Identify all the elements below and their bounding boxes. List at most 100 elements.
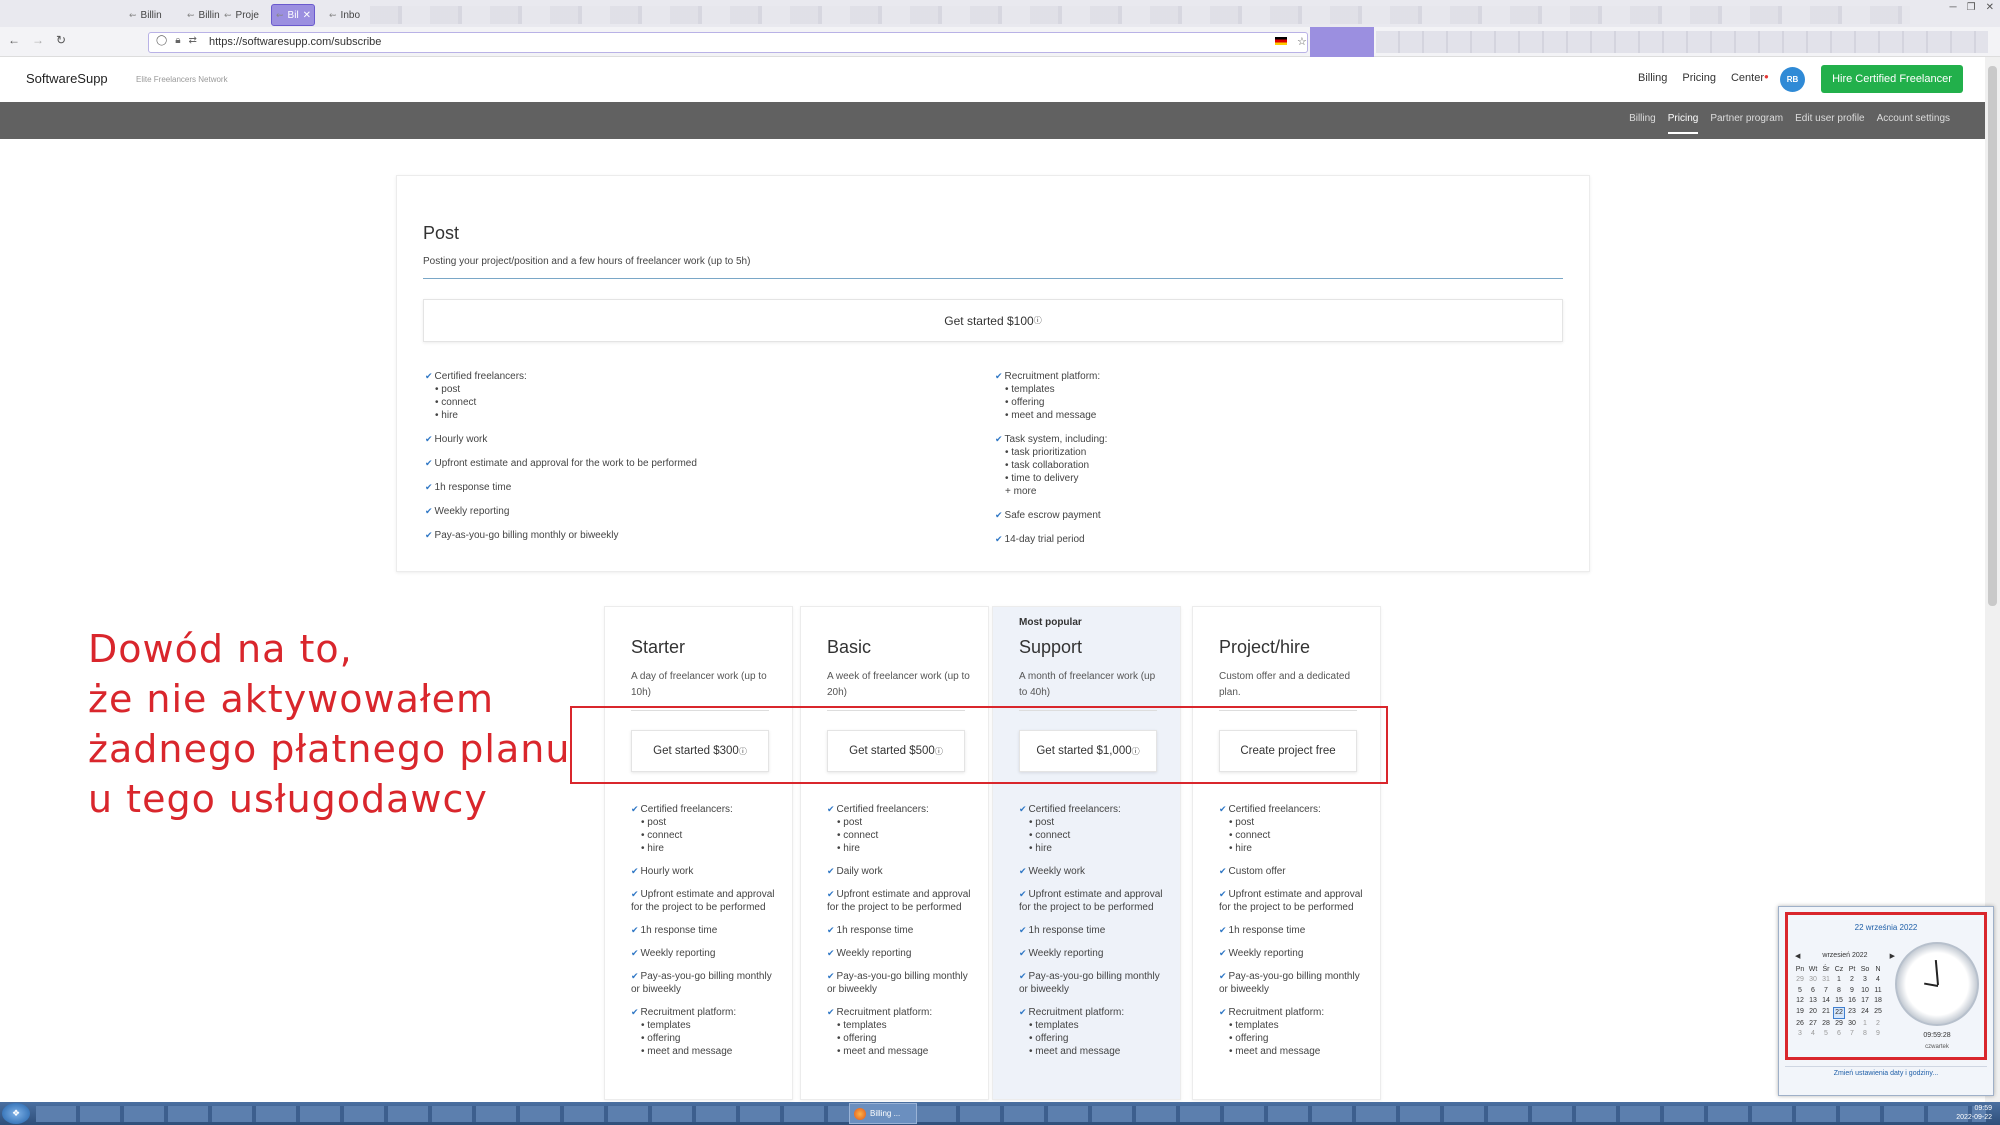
calendar-day[interactable]: 6 [1833, 1029, 1845, 1039]
calendar-day[interactable]: 23 [1846, 1007, 1858, 1019]
check-icon: ✔ [995, 434, 1003, 444]
calendar-day[interactable]: 4 [1807, 1029, 1819, 1039]
calendar-day[interactable]: 30 [1846, 1019, 1858, 1029]
calendar-day[interactable]: 5 [1794, 986, 1806, 996]
calendar-day[interactable]: 12 [1794, 996, 1806, 1006]
feature-label: Pay-as-you-go billing monthly or biweekl… [827, 971, 968, 995]
forward-icon[interactable]: → [32, 33, 44, 47]
bookmark-star-icon[interactable]: ☆ [1297, 35, 1307, 48]
brand-logo[interactable]: SoftwareSupp [26, 71, 108, 86]
hire-freelancer-button[interactable]: Hire Certified Freelancer [1821, 65, 1963, 93]
calendar-day[interactable]: 9 [1872, 1029, 1884, 1039]
calendar-day[interactable]: 3 [1794, 1029, 1806, 1039]
calendar-day[interactable]: 15 [1833, 996, 1845, 1006]
calendar-day[interactable]: 25 [1872, 1007, 1884, 1019]
lock-icon[interactable]: 🔒︎ [175, 35, 180, 46]
calendar-day[interactable]: 29 [1833, 1019, 1845, 1029]
translate-flag-icon[interactable] [1275, 37, 1287, 45]
calendar-day[interactable]: 28 [1820, 1019, 1832, 1029]
calendar-day[interactable]: 29 [1794, 975, 1806, 985]
calendar-day[interactable]: 7 [1846, 1029, 1858, 1039]
restore-icon[interactable]: ❐ [1967, 2, 1976, 13]
calendar-day[interactable]: 26 [1794, 1019, 1806, 1029]
calendar-day[interactable]: 9 [1846, 986, 1858, 996]
browser-tab[interactable]: ⇜ Inbo [325, 4, 365, 26]
calendar-day[interactable]: 2 [1846, 975, 1858, 985]
calendar-day[interactable]: 20 [1807, 1007, 1819, 1019]
calendar-day[interactable]: 31 [1820, 975, 1832, 985]
bookmarks-toolbar[interactable] [1376, 31, 1988, 53]
feature-label: Certified freelancers: [1228, 804, 1321, 815]
feature-item: ✔ Pay-as-you-go billing monthly or biweek… [1019, 970, 1169, 996]
browser-tab[interactable]: ⇜ Billin [125, 4, 165, 26]
pinned-tabs-strip[interactable] [370, 6, 1910, 24]
change-date-settings-link[interactable]: Zmień ustawienia daty i godziny... [1778, 1070, 1994, 1077]
calendar-full-date[interactable]: 22 września 2022 [1778, 923, 1994, 932]
check-icon: ✔ [827, 925, 835, 935]
feature-item: ✔ Upfront estimate and approval for the p… [631, 888, 781, 914]
calendar-day[interactable]: 4 [1872, 975, 1884, 985]
calendar-day[interactable]: 21 [1820, 1007, 1832, 1019]
info-icon[interactable]: ⓘ [1034, 315, 1042, 326]
subnav-billing[interactable]: Billing [1629, 113, 1656, 134]
avatar[interactable]: RB [1780, 67, 1805, 92]
calendar-day[interactable]: 7 [1820, 986, 1832, 996]
calendar-day[interactable]: 8 [1833, 986, 1845, 996]
taskbar-firefox-item[interactable]: Billing ... [849, 1103, 917, 1124]
url-input[interactable]: https://softwaresupp.com/subscribe [148, 32, 1308, 53]
system-tray-clock[interactable]: 09:59 2022-09-22 [1956, 1104, 1992, 1122]
calendar-day[interactable]: 19 [1794, 1007, 1806, 1019]
calendar-day[interactable]: 5 [1820, 1029, 1832, 1039]
next-month-icon[interactable]: ▶ [1890, 952, 1895, 960]
tab-close-icon[interactable]: ✕ [303, 10, 311, 21]
nav-pricing[interactable]: Pricing [1682, 72, 1716, 84]
check-icon: ✔ [1219, 1007, 1227, 1017]
taskbar-firefox-label: Billing ... [870, 1109, 901, 1118]
calendar-day[interactable]: 24 [1859, 1007, 1871, 1019]
feature-item: ✔ Certified freelancers: • post • connect • … [631, 803, 781, 855]
annotation-line: u tego usługodawcy [88, 777, 488, 821]
start-button[interactable]: ❖ [2, 1103, 30, 1124]
prev-month-icon[interactable]: ◀ [1795, 952, 1800, 960]
feature-subitem: • offering [641, 1033, 681, 1044]
feature-item: ✔ Recruitment platform: • templates • offer… [1219, 1006, 1369, 1058]
subnav-pricing[interactable]: Pricing [1667, 113, 1699, 134]
calendar-day[interactable]: 6 [1807, 986, 1819, 996]
calendar-day[interactable]: 27 [1807, 1019, 1819, 1029]
get-started-100-button[interactable]: Get started $100 ⓘ [423, 299, 1563, 342]
calendar-day[interactable]: 17 [1859, 996, 1871, 1006]
feature-item: ✔ 1h response time [631, 924, 781, 937]
browser-tab[interactable]: ⇜ Bil ✕ [271, 4, 315, 26]
browser-tab[interactable]: ⇜ Proje [220, 4, 262, 26]
minimize-icon[interactable]: ─ [1950, 2, 1957, 13]
check-icon: ✔ [827, 948, 835, 958]
browser-tab[interactable]: ⇜ Billin [183, 4, 223, 26]
calendar-today[interactable]: 22 [1833, 1006, 1845, 1020]
calendar-day[interactable]: 2 [1872, 1019, 1884, 1029]
subnav-account-settings[interactable]: Account settings [1877, 113, 1950, 134]
calendar-day[interactable]: 11 [1872, 986, 1884, 996]
calendar-day[interactable]: 30 [1807, 975, 1819, 985]
permissions-icon[interactable]: ⇄ [189, 35, 197, 46]
taskbar-pinned-apps[interactable] [36, 1106, 1986, 1122]
nav-billing[interactable]: Billing [1638, 72, 1667, 84]
calendar-day[interactable]: 8 [1859, 1029, 1871, 1039]
calendar-day[interactable]: 1 [1859, 1019, 1871, 1029]
nav-center[interactable]: Center● [1731, 72, 1769, 84]
calendar-month-label[interactable]: wrzesień 2022 [1822, 952, 1867, 960]
subnav-partner-program[interactable]: Partner program [1710, 113, 1783, 134]
scrollbar-thumb[interactable] [1988, 66, 1997, 606]
calendar-day[interactable]: 1 [1833, 975, 1845, 985]
calendar-day[interactable]: 13 [1807, 996, 1819, 1006]
calendar-day[interactable]: 18 [1872, 996, 1884, 1006]
calendar-day[interactable]: 10 [1859, 986, 1871, 996]
calendar-day[interactable]: 14 [1820, 996, 1832, 1006]
close-icon[interactable]: ✕ [1986, 2, 1994, 13]
calendar-day[interactable]: 3 [1859, 975, 1871, 985]
calendar-day[interactable]: 16 [1846, 996, 1858, 1006]
feature-item: ✔ Upfront estimate and approval for the p… [1219, 888, 1369, 914]
shield-icon[interactable]: ◯ [156, 35, 167, 46]
subnav-edit-profile[interactable]: Edit user profile [1795, 113, 1864, 134]
back-icon[interactable]: ← [8, 33, 20, 47]
reload-icon[interactable]: ↻ [56, 33, 66, 47]
